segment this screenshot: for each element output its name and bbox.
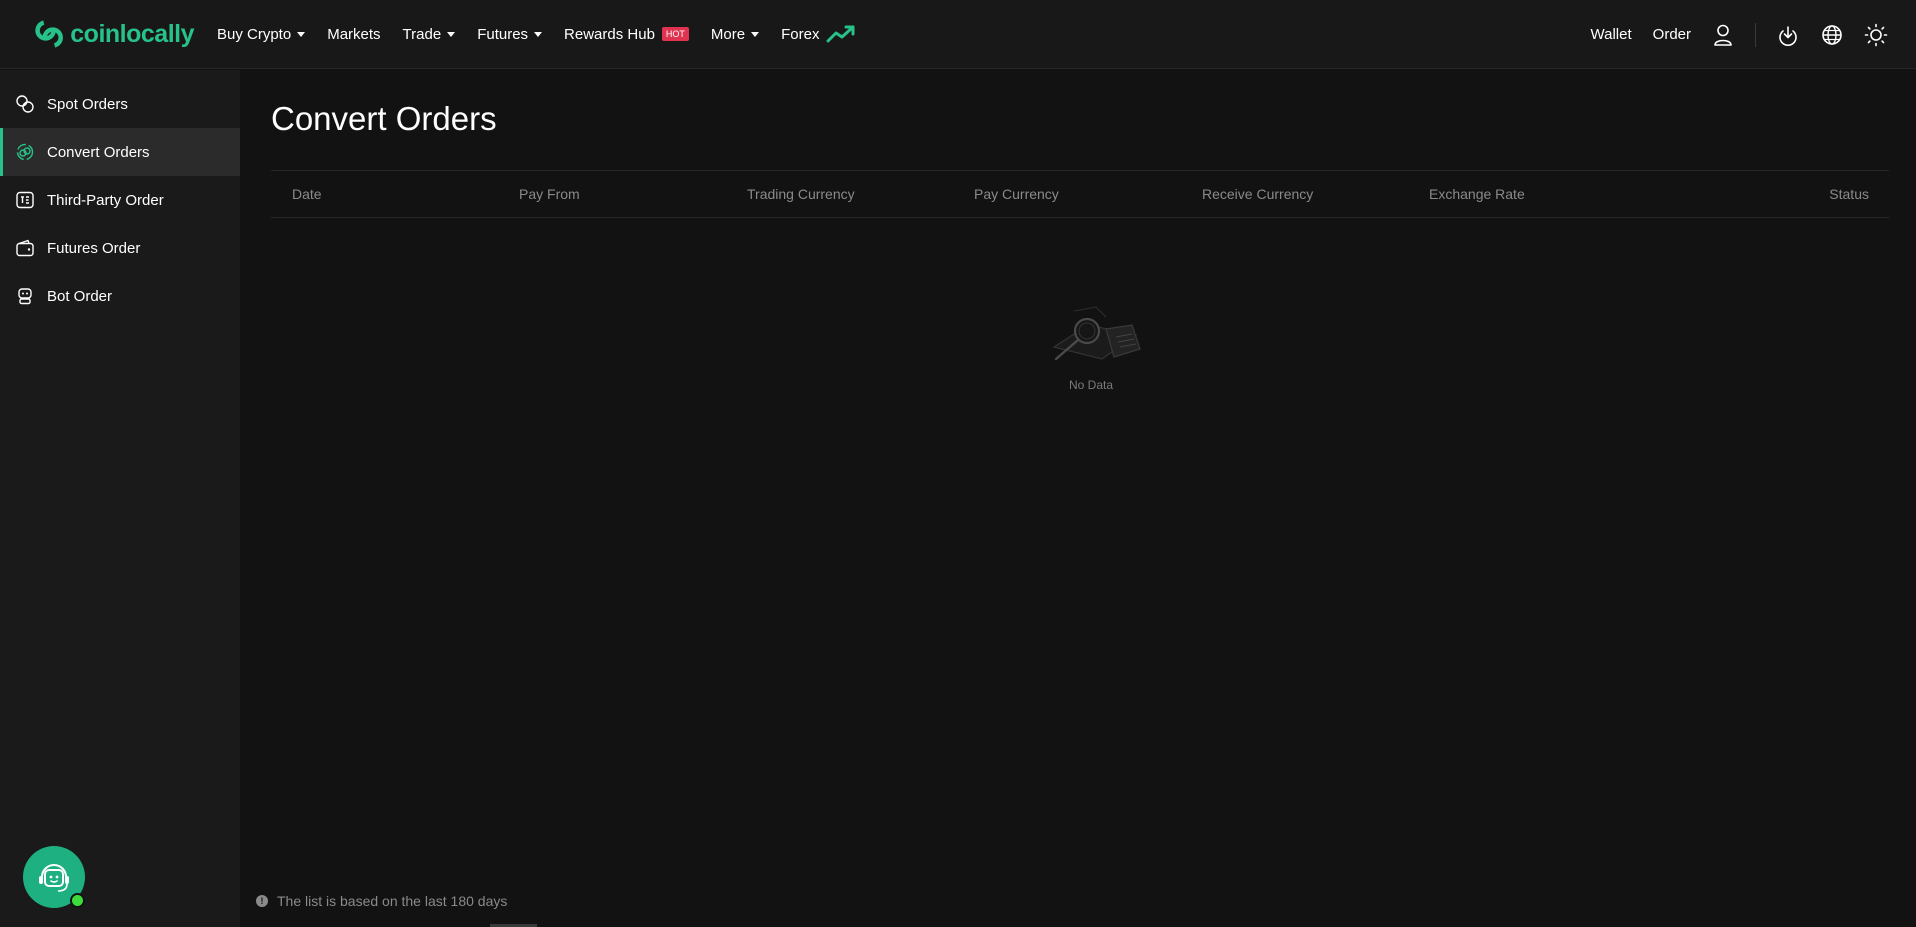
sidebar-item-convert-orders[interactable]: Convert Orders	[0, 128, 240, 176]
nav-more-label: More	[710, 25, 746, 43]
column-header-status: Status	[1829, 186, 1869, 202]
sidebar-item-label: Futures Order	[47, 239, 141, 257]
sidebar-item-futures-order[interactable]: Futures Order	[0, 224, 240, 272]
sidebar-item-label: Third-Party Order	[47, 191, 164, 209]
chevron-down-icon	[297, 31, 306, 37]
coinlocally-logo-icon	[35, 20, 63, 48]
third-party-order-icon	[15, 190, 35, 210]
sun-theme-icon[interactable]	[1864, 23, 1888, 47]
column-header-pay-currency: Pay Currency	[974, 186, 1059, 202]
nav-rewards-hub-label: Rewards Hub	[564, 25, 655, 43]
sidebar-item-spot-orders[interactable]: Spot Orders	[0, 80, 240, 128]
main-content: Convert Orders Date Pay From Trading Cur…	[271, 70, 1889, 927]
empty-state: No Data	[1026, 295, 1156, 392]
support-agent-icon	[39, 864, 69, 892]
table-header: Date Pay From Trading Currency Pay Curre…	[271, 170, 1889, 218]
footnote-text: The list is based on the last 180 days	[277, 893, 508, 909]
sidebar-item-bot-order[interactable]: Bot Order	[0, 272, 240, 320]
column-header-exchange-rate: Exchange Rate	[1429, 186, 1525, 202]
top-right-actions: Wallet Order	[1570, 0, 1888, 69]
bot-icon	[15, 286, 35, 306]
wallet-icon	[15, 238, 35, 258]
chevron-down-icon	[751, 31, 760, 37]
trending-up-icon	[826, 25, 855, 43]
nav-buy-crypto[interactable]: Buy Crypto	[217, 25, 306, 43]
page-title: Convert Orders	[271, 100, 497, 137]
column-header-pay-from: Pay From	[519, 186, 580, 202]
column-header-receive-currency: Receive Currency	[1202, 186, 1314, 202]
spot-orders-icon	[15, 94, 35, 114]
top-navigation-bar: coinlocally Buy Crypto Markets Trade Fut…	[0, 0, 1916, 69]
list-footnote: ! The list is based on the last 180 days	[256, 893, 507, 909]
sidebar-item-label: Convert Orders	[47, 143, 150, 161]
online-status-dot	[70, 893, 85, 908]
support-chat-button[interactable]	[23, 846, 85, 908]
nav-markets[interactable]: Markets	[327, 26, 380, 43]
sidebar-item-third-party-order[interactable]: Third-Party Order	[0, 176, 240, 224]
nav-forex[interactable]: Forex	[781, 24, 856, 44]
sidebar-item-label: Spot Orders	[47, 95, 128, 113]
nav-buy-crypto-label: Buy Crypto	[217, 25, 292, 43]
hot-badge: HOT	[661, 27, 689, 41]
download-icon[interactable]	[1776, 23, 1800, 47]
nav-trade-label: Trade	[402, 25, 442, 43]
user-icon[interactable]	[1711, 23, 1735, 47]
brand-name: coinlocally	[70, 19, 194, 48]
main-nav: Buy Crypto Markets Trade Futures Rewards…	[217, 24, 878, 44]
nav-rewards-hub[interactable]: Rewards Hub HOT	[564, 26, 689, 43]
globe-icon[interactable]	[1820, 23, 1844, 47]
column-header-date: Date	[292, 186, 322, 202]
orders-sidebar: Spot Orders Convert Orders Third-Party O…	[0, 70, 240, 927]
wallet-link[interactable]: Wallet	[1591, 26, 1632, 43]
sidebar-item-label: Bot Order	[47, 287, 113, 305]
column-header-trading-currency: Trading Currency	[747, 186, 855, 202]
order-link[interactable]: Order	[1653, 26, 1691, 43]
divider	[1755, 22, 1756, 47]
nav-trade[interactable]: Trade	[403, 26, 456, 43]
empty-state-text: No Data	[1068, 378, 1114, 392]
chevron-down-icon	[447, 31, 456, 37]
nav-forex-label: Forex	[781, 25, 820, 43]
info-icon: !	[256, 895, 268, 907]
nav-futures-label: Futures	[477, 25, 529, 43]
chevron-down-icon	[534, 31, 543, 37]
no-data-illustration-icon	[1052, 306, 1141, 361]
brand-logo[interactable]: coinlocally	[34, 17, 194, 51]
convert-orders-icon	[15, 142, 35, 162]
nav-more[interactable]: More	[710, 25, 760, 43]
nav-futures[interactable]: Futures	[477, 25, 543, 43]
nav-markets-label: Markets	[327, 25, 381, 43]
